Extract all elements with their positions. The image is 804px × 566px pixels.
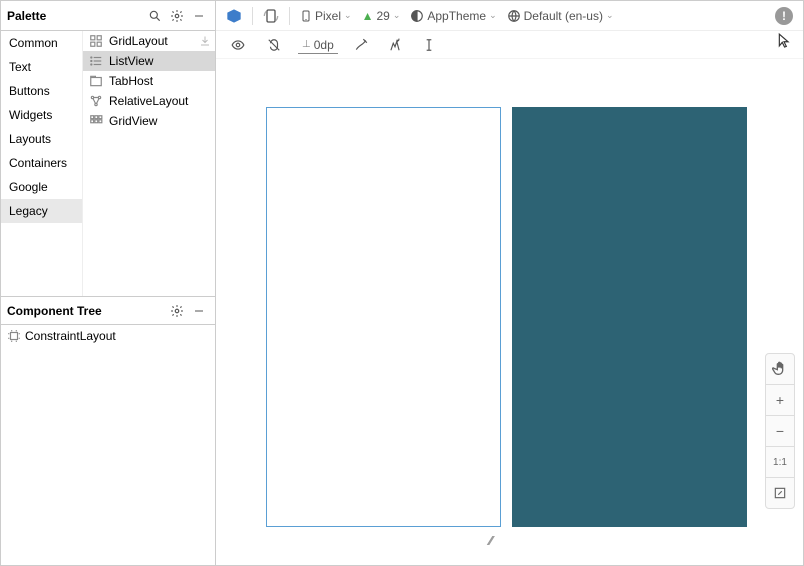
palette-item-label: GridLayout [109,34,168,48]
palette-category-widgets[interactable]: Widgets [1,103,82,127]
autoconnection-icon[interactable] [262,36,286,54]
palette-item-label: GridView [109,114,157,128]
zoom-in-button[interactable]: + [766,385,794,415]
zoom-ratio-button[interactable]: 1:1 [766,447,794,477]
palette-category-layouts[interactable]: Layouts [1,127,82,151]
design-preview[interactable] [266,107,501,527]
orientation-button[interactable] [259,6,283,26]
palette-category-buttons[interactable]: Buttons [1,79,82,103]
palette-item-tabhost[interactable]: TabHost [83,71,215,91]
gridview-icon [89,114,103,128]
palette-title: Palette [7,9,143,23]
locale-selector[interactable]: Default (en-us)⌄ [503,7,618,25]
theme-label: AppTheme [427,9,486,23]
palette-category-google[interactable]: Google [1,175,82,199]
minimize-icon[interactable] [189,6,209,26]
relative-icon [89,94,103,108]
blueprint-preview[interactable] [512,107,747,527]
pan-icon[interactable] [766,354,794,384]
tree-root[interactable]: ConstraintLayout [1,325,215,347]
view-options-icon[interactable] [226,36,250,54]
minimize-icon[interactable] [189,301,209,321]
tab-icon [89,74,103,88]
palette-item-gridview[interactable]: GridView [83,111,215,131]
palette-item-label: ListView [109,54,153,68]
search-icon[interactable] [145,6,165,26]
palette-item-listview[interactable]: ListView [83,51,215,71]
palette-categories: Common Text Buttons Widgets Layouts Cont… [1,31,83,296]
palette-item-relativelayout[interactable]: RelativeLayout [83,91,215,111]
palette-item-label: TabHost [109,74,153,88]
margin-label: 0dp [314,38,334,52]
grid-icon [89,34,103,48]
palette-items: GridLayout ListView TabHost RelativeLayo… [83,31,215,296]
default-margin[interactable]: ⊥0dp [298,36,338,54]
top-toolbar: Pixel⌄ ▲ 29⌄ AppTheme⌄ Default (en-us)⌄ [216,1,803,31]
palette-item-label: RelativeLayout [109,94,188,108]
api-label: 29 [376,9,389,23]
palette-item-gridlayout[interactable]: GridLayout [83,31,215,51]
palette-category-common[interactable]: Common [1,31,82,55]
device-selector[interactable]: Pixel⌄ [296,6,356,26]
gear-icon[interactable] [167,301,187,321]
zoom-controls: + − 1:1 [765,353,795,509]
zoom-fit-icon[interactable] [766,478,794,508]
download-icon[interactable] [199,35,211,47]
clear-constraints-icon[interactable] [350,36,372,54]
constraint-icon [7,329,21,343]
tree-root-label: ConstraintLayout [25,329,116,343]
palette-category-legacy[interactable]: Legacy [1,199,82,223]
palette-category-text[interactable]: Text [1,55,82,79]
cursor-icon [777,31,791,49]
guidelines-icon[interactable] [418,36,440,54]
zoom-out-button[interactable]: − [766,416,794,446]
design-surface-button[interactable] [222,6,246,26]
device-label: Pixel [315,9,341,23]
design-canvas[interactable]: ⁄⁄⁄ [216,59,803,565]
api-selector[interactable]: ▲ 29⌄ [358,7,405,25]
theme-selector[interactable]: AppTheme⌄ [406,7,500,25]
design-toolbar: ⊥0dp [216,31,803,59]
component-tree-title: Component Tree [7,304,165,318]
gear-icon[interactable] [167,6,187,26]
locale-label: Default (en-us) [524,9,603,23]
palette-category-containers[interactable]: Containers [1,151,82,175]
list-icon [89,54,103,68]
infer-constraints-icon[interactable] [384,36,406,54]
warnings-icon[interactable]: ! [775,7,793,25]
